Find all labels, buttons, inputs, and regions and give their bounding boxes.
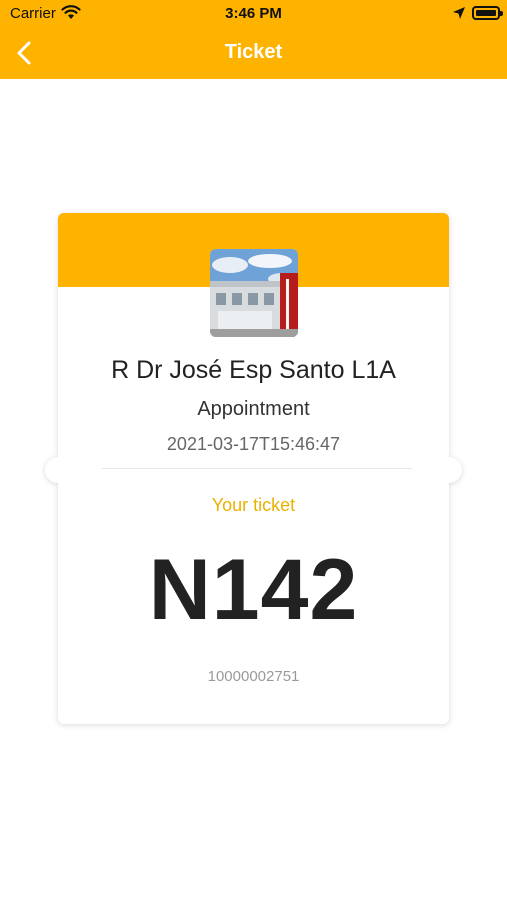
divider: [102, 468, 412, 469]
service-name: Appointment: [197, 398, 310, 420]
clock: 3:46 PM: [225, 5, 282, 22]
ticket-notch-right: [436, 457, 462, 483]
ticket-number: N142: [148, 542, 359, 638]
location-name: R Dr José Esp Santo L1A: [111, 356, 396, 384]
ticket-code: 10000002751: [207, 668, 300, 685]
ticket-notch-left: [45, 457, 71, 483]
ticket-card: R Dr José Esp Santo L1A Appointment 2021…: [45, 213, 462, 724]
battery-icon: [472, 6, 503, 20]
navigation-bar: Ticket: [0, 28, 507, 79]
your-ticket-label: Your ticket: [211, 495, 296, 515]
location-photo: [210, 249, 298, 337]
page-title: Ticket: [224, 41, 283, 63]
status-bar: Carrier 3:46 PM: [0, 0, 507, 28]
location-arrow-icon: [453, 7, 465, 19]
ticket-datetime: 2021-03-17T15:46:47: [166, 434, 341, 454]
